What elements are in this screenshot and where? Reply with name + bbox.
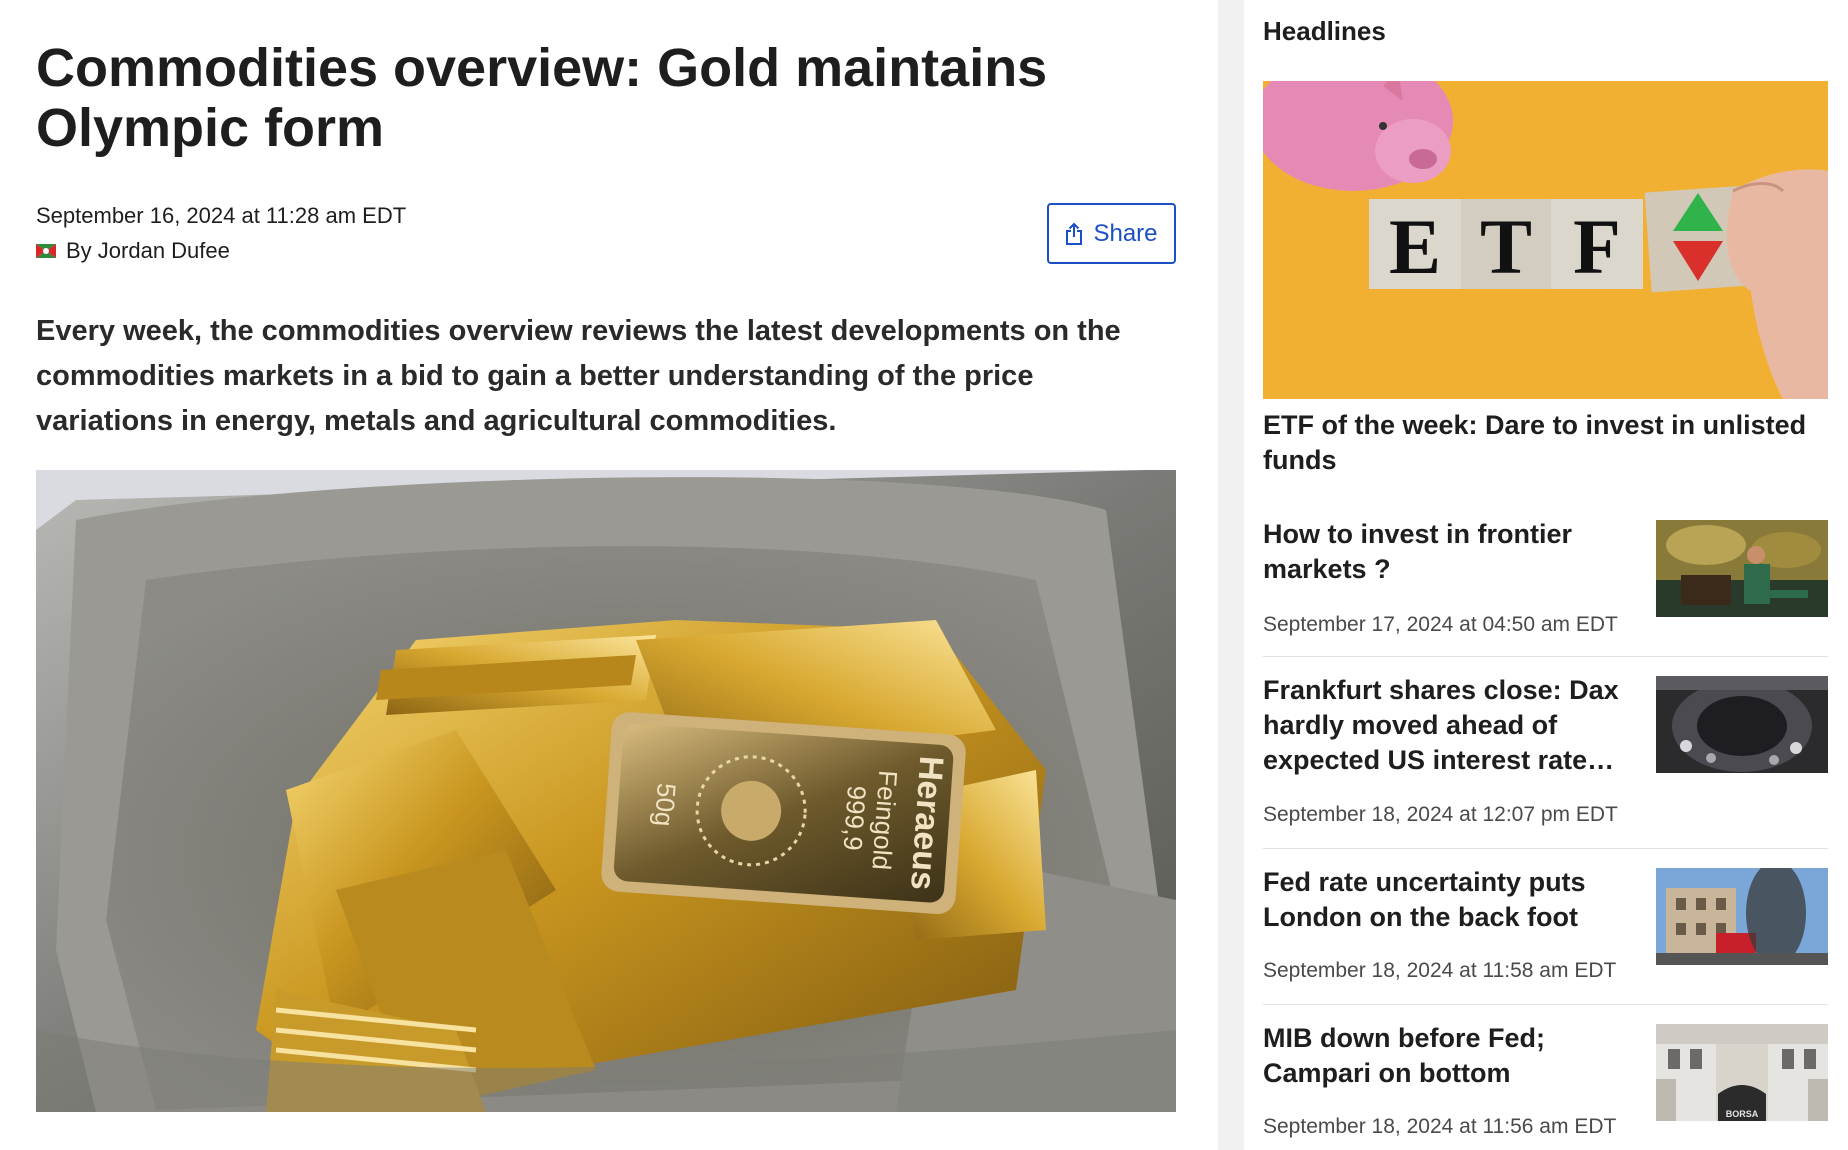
headline-thumbnail[interactable] [1656,676,1828,773]
headline-thumbnail[interactable] [1656,520,1828,617]
headline-title[interactable]: Frankfurt shares close: Dax hardly moved… [1263,673,1638,778]
article: Commodities overview: Gold maintains Oly… [36,0,1176,1150]
headline-thumbnail[interactable]: BORSA [1656,1024,1828,1121]
hero-image-gold-bars: Heraeus Feingold 999,9 50g [36,470,1176,1112]
share-button[interactable]: Share [1047,203,1176,264]
article-author[interactable]: By Jordan Dufee [36,238,230,264]
bar-line2: 999,9 [838,785,872,852]
svg-text:F: F [1573,203,1621,290]
headline-date: September 17, 2024 at 04:50 am EDT [1263,613,1618,636]
bar-weight: 50g [649,782,682,827]
author-name[interactable]: By Jordan Dufee [66,238,230,264]
headline-date: September 18, 2024 at 11:58 am EDT [1263,959,1617,982]
headline-date: September 18, 2024 at 12:07 pm EDT [1263,803,1618,826]
headline-title[interactable]: MIB down before Fed; Campari on bottom [1263,1021,1638,1091]
svg-text:T: T [1480,203,1532,290]
feature-image-etf[interactable]: E T F [1263,81,1828,399]
headline-date: September 18, 2024 at 11:56 am EDT [1263,1115,1617,1138]
share-label: Share [1093,219,1158,247]
thumb-sign-text: BORSA [1726,1109,1759,1119]
headline-title[interactable]: Fed rate uncertainty puts London on the … [1263,865,1638,935]
divider [1263,1004,1828,1005]
page-title: Commodities overview: Gold maintains Oly… [36,38,1048,158]
divider [1263,848,1828,849]
feature-headline[interactable]: ETF of the week: Dare to invest in unlis… [1263,408,1828,478]
divider [1263,656,1828,657]
article-date: September 16, 2024 at 11:28 am EDT [36,203,407,228]
sidebar-heading: Headlines [1263,16,1386,46]
share-icon [1065,222,1083,246]
column-divider [1218,0,1244,1150]
headline-title[interactable]: How to invest in frontier markets ? [1263,517,1638,587]
article-lead: Every week, the commodities overview rev… [36,315,1121,437]
headlines-sidebar: Headlines E T F ETF of the week: Dare to… [1263,0,1828,1150]
svg-text:E: E [1389,203,1441,290]
headline-thumbnail[interactable] [1656,868,1828,965]
flag-icon [36,244,56,258]
